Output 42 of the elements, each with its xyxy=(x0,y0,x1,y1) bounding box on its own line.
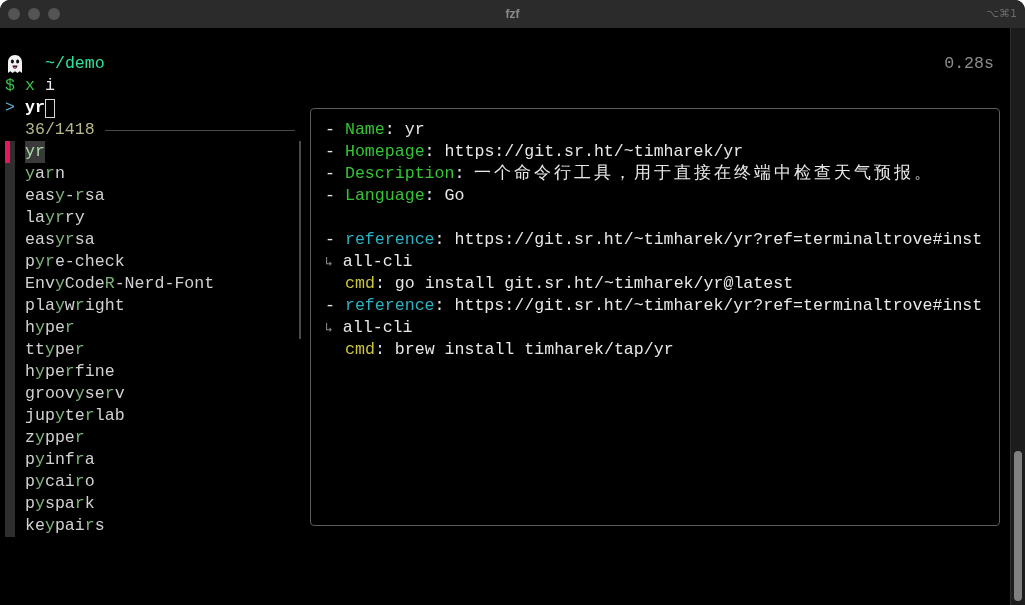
info-field-line: - Language: Go xyxy=(325,185,466,207)
working-directory: ~/demo xyxy=(45,53,105,75)
command-line: cmd: brew install timharek/tap/yr xyxy=(344,339,675,361)
result-item[interactable]: pyre-check xyxy=(25,251,125,273)
result-item[interactable]: layrry xyxy=(25,207,85,229)
wrapped-line: ↳ all-cli xyxy=(325,251,414,273)
elapsed-time: 0.28s xyxy=(944,53,994,75)
window-title: fzf xyxy=(505,6,520,23)
window-close-button[interactable] xyxy=(8,8,20,20)
result-item[interactable]: zypper xyxy=(25,427,85,449)
info-field-line: - Homepage: https://git.sr.ht/~timharek/yr xyxy=(325,141,745,163)
result-item[interactable]: groovyserv xyxy=(25,383,125,405)
result-item[interactable]: pyinfra xyxy=(25,449,95,471)
result-item[interactable]: pyspark xyxy=(25,493,95,515)
window-minimize-button[interactable] xyxy=(28,8,40,20)
scrollbar-thumb[interactable] xyxy=(1014,451,1022,601)
match-counter: 36/1418 xyxy=(25,119,95,141)
shell-command: $ x i xyxy=(5,76,55,95)
info-field-line: - Description: 一个命令行工具，用于直接在终端中检查天气预报。 xyxy=(325,163,936,185)
result-item[interactable]: yr xyxy=(25,141,45,163)
reference-line: - reference: https://git.sr.ht/~timharek/yr?ref=terminaltrove#inst xyxy=(325,229,984,251)
result-item[interactable]: hyperfine xyxy=(25,361,115,383)
result-item[interactable]: pycairo xyxy=(25,471,95,493)
result-item[interactable]: easy-rsa xyxy=(25,185,105,207)
text-cursor xyxy=(44,98,55,118)
result-item[interactable]: jupyterlab xyxy=(25,405,125,427)
result-item[interactable]: easyrsa xyxy=(25,229,95,251)
result-item[interactable]: keypairs xyxy=(25,515,105,537)
prompt-marker: > xyxy=(5,97,16,119)
result-item[interactable]: hyper xyxy=(25,317,75,339)
result-item[interactable]: yarn xyxy=(25,163,65,185)
result-item[interactable]: playwright xyxy=(25,295,125,317)
result-item[interactable]: ttyper xyxy=(25,339,85,361)
shortcut-label: ⌥⌘1 xyxy=(986,5,1017,22)
info-field-line: - Name: yr xyxy=(325,119,426,141)
result-item[interactable]: EnvyCodeR-Nerd-Font xyxy=(25,273,215,295)
wrapped-line: ↳ all-cli xyxy=(325,317,414,339)
window-zoom-button[interactable] xyxy=(48,8,60,20)
reference-line: - reference: https://git.sr.ht/~timharek/yr?ref=terminaltrove#inst xyxy=(325,295,984,317)
command-line: cmd: go install git.sr.ht/~timharek/yr@latest xyxy=(344,273,795,295)
ghost-icon xyxy=(5,54,25,74)
query-field[interactable]: yr xyxy=(25,97,55,119)
